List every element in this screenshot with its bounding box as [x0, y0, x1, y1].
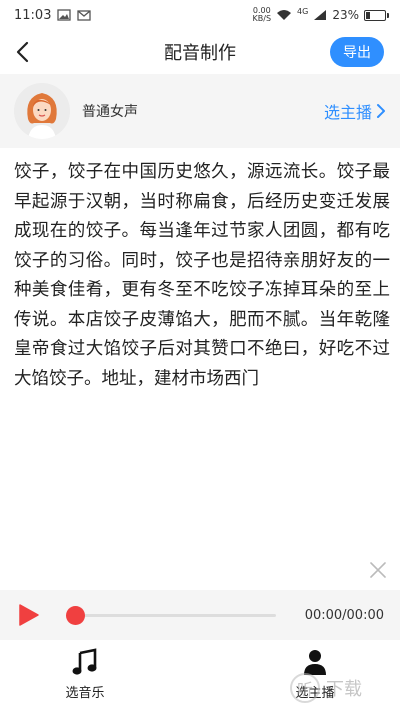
- script-text[interactable]: 饺子，饺子在中国历史悠久，源远流长。饺子最早起源于汉朝，当时称扁食，后经历史变迁…: [14, 158, 390, 394]
- page-title: 配音制作: [164, 43, 236, 64]
- status-left: 11:03: [14, 7, 92, 23]
- status-time: 11:03: [14, 7, 52, 23]
- music-note-icon: [72, 648, 97, 675]
- voice-avatar: [14, 83, 70, 139]
- status-right: 0.00 KB/S 4G 23%: [253, 6, 389, 23]
- select-music-label: 选音乐: [65, 686, 105, 701]
- back-arrow-icon: [16, 41, 29, 63]
- mail-notification-icon: [77, 10, 92, 21]
- cell-signal-icon: [314, 10, 327, 20]
- net-speed: 0.00 KB/S: [253, 7, 272, 23]
- select-music-button[interactable]: 选音乐: [45, 648, 125, 701]
- watermark: 听 下载: [290, 668, 400, 708]
- close-icon[interactable]: [368, 560, 388, 580]
- wifi-icon: [277, 10, 292, 20]
- progress-thumb[interactable]: [66, 605, 85, 625]
- image-notification-icon: [57, 9, 72, 21]
- watermark-logo: 听: [290, 673, 320, 703]
- battery-icon: [364, 9, 389, 21]
- status-bar: 11:03 0.00 KB/S 4G 23%: [0, 0, 400, 30]
- battery-text: 23%: [332, 8, 359, 22]
- back-button[interactable]: [8, 38, 36, 66]
- chevron-right-icon: [377, 104, 385, 118]
- playback-time: 00:00/00:00: [304, 607, 384, 623]
- battery-level: [366, 11, 371, 19]
- voice-selector: 普通女声 选主播: [0, 74, 400, 148]
- progress-track[interactable]: [66, 605, 276, 625]
- audio-player: 00:00/00:00: [0, 590, 400, 640]
- voice-name: 普通女声: [82, 104, 138, 120]
- header-bar: 配音制作 导出: [0, 30, 400, 74]
- female-voice-avatar-icon: [14, 83, 70, 139]
- play-icon[interactable]: [16, 603, 40, 627]
- export-button[interactable]: 导出: [330, 37, 384, 67]
- select-anchor-link[interactable]: 选主播: [324, 99, 386, 123]
- watermark-text: 下载: [326, 679, 362, 700]
- net-speed-unit: KB/S: [252, 14, 272, 23]
- signal-type: 4G: [297, 6, 309, 16]
- select-anchor-label: 选主播: [323, 103, 372, 122]
